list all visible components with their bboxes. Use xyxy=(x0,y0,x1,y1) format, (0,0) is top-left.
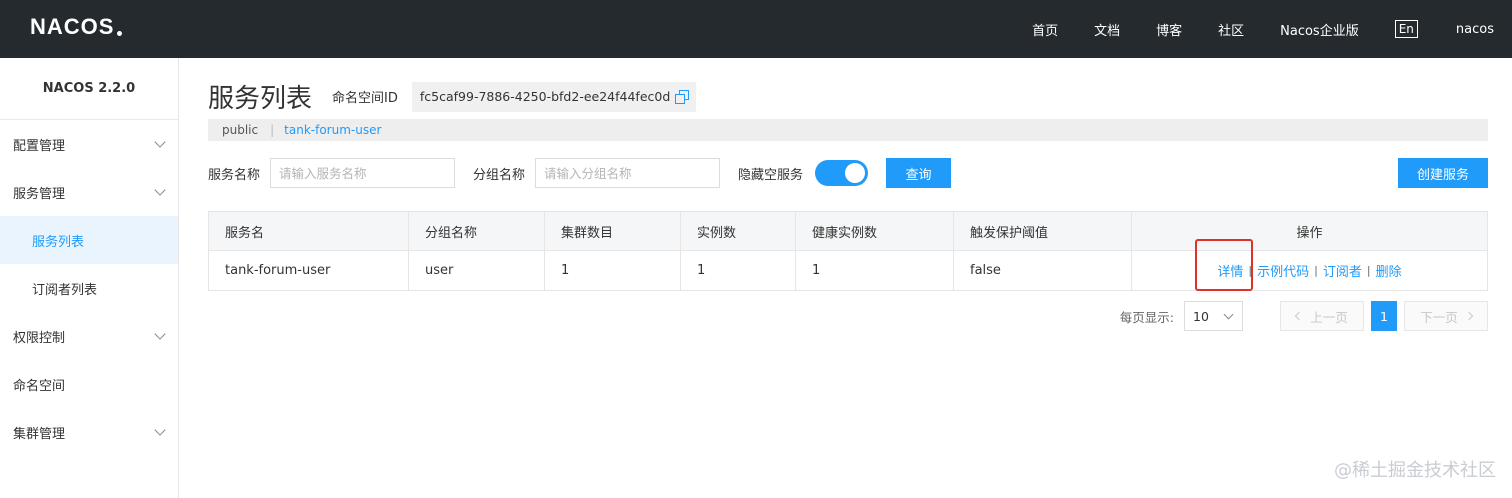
col-group-name: 分组名称 xyxy=(409,212,545,250)
nacos-logo[interactable]: NACOS xyxy=(30,14,123,40)
group-name-input[interactable] xyxy=(535,158,721,188)
sidebar-item-label: 权限控制 xyxy=(13,330,66,346)
sidebar-item-subscribers[interactable]: 订阅者列表 xyxy=(0,264,178,312)
table-header: 服务名 分组名称 集群数目 实例数 健康实例数 触发保护阈值 操作 xyxy=(209,212,1487,251)
top-navbar: NACOS 首页 文档 博客 社区 Nacos企业版 En nacos xyxy=(0,0,1512,58)
nav-blog[interactable]: 博客 xyxy=(1156,20,1182,39)
namespace-id: fc5caf99-7886-4250-bfd2-ee24f44fec0d xyxy=(419,89,671,104)
nav-home[interactable]: 首页 xyxy=(1032,20,1058,39)
sidebar-item-config[interactable]: 配置管理 xyxy=(0,120,178,168)
sidebar-item-label: 配置管理 xyxy=(13,138,66,154)
pagination: 每页显示: 10 上一页 1 下一页 xyxy=(1120,301,1488,331)
per-page-value: 10 xyxy=(1193,308,1209,324)
sidebar-item-label: 服务列表 xyxy=(32,234,85,250)
hide-empty-label: 隐藏空服务 xyxy=(738,167,804,183)
per-page-select[interactable]: 10 xyxy=(1184,301,1243,331)
prev-page-label: 上一页 xyxy=(1310,309,1348,325)
version-label: NACOS 2.2.0 xyxy=(0,58,178,120)
cell-healthy-count: 1 xyxy=(796,251,954,290)
col-healthy-count: 健康实例数 xyxy=(796,212,954,250)
namespace-public[interactable]: public xyxy=(222,123,258,137)
namespace-bar: public | tank-forum-user xyxy=(208,119,1488,141)
cell-cluster-count: 1 xyxy=(545,251,681,290)
sidebar-item-label: 订阅者列表 xyxy=(32,282,98,298)
prev-page-button[interactable]: 上一页 xyxy=(1280,301,1364,331)
next-page-label: 下一页 xyxy=(1420,309,1458,325)
col-operations: 操作 xyxy=(1296,225,1323,241)
namespace-current[interactable]: tank-forum-user xyxy=(284,123,381,137)
service-table: 服务名 分组名称 集群数目 实例数 健康实例数 触发保护阈值 操作 tank-f… xyxy=(208,211,1488,291)
page-title: 服务列表 xyxy=(208,84,313,114)
sidebar-item-label: 服务管理 xyxy=(13,186,66,202)
sidebar-item-auth[interactable]: 权限控制 xyxy=(0,312,178,360)
toggle-knob xyxy=(845,163,866,183)
operation-links: 详情 | 示例代码 | 订阅者 | 删除 xyxy=(1195,239,1402,291)
sidebar: NACOS 2.2.0 配置管理 服务管理 服务列表 订阅者列表 权限控制 命名… xyxy=(0,58,179,498)
delete-link[interactable]: 删除 xyxy=(1376,261,1402,280)
sidebar-item-service-mgmt[interactable]: 服务管理 xyxy=(0,168,178,216)
cell-instance-count: 1 xyxy=(681,251,796,290)
next-page-button[interactable]: 下一页 xyxy=(1404,301,1488,331)
op-separator: | xyxy=(1366,264,1371,277)
query-button[interactable]: 查询 xyxy=(886,158,952,188)
chevron-down-icon xyxy=(1223,309,1234,319)
subscribers-link[interactable]: 订阅者 xyxy=(1323,261,1362,280)
filter-bar: 服务名称 分组名称 隐藏空服务 查询 创建服务 xyxy=(208,158,1488,188)
namespace-separator: | xyxy=(270,123,275,137)
col-service-name: 服务名 xyxy=(209,212,409,250)
namespace-label: 命名空间ID xyxy=(332,91,398,106)
page-number-current[interactable]: 1 xyxy=(1371,301,1397,331)
chevron-right-icon xyxy=(1464,311,1473,321)
chevron-down-icon xyxy=(154,184,166,196)
user-menu[interactable]: nacos xyxy=(1456,22,1494,37)
sample-code-link[interactable]: 示例代码 xyxy=(1257,261,1309,280)
service-name-input[interactable] xyxy=(270,158,456,188)
chevron-left-icon xyxy=(1294,311,1304,321)
cell-service-name: tank-forum-user xyxy=(209,251,409,290)
copy-icon[interactable] xyxy=(675,90,690,104)
service-name-label: 服务名称 xyxy=(208,167,261,183)
per-page-label: 每页显示: xyxy=(1119,309,1174,325)
watermark: @稀土掘金技术社区 xyxy=(1334,460,1496,481)
sidebar-item-label: 集群管理 xyxy=(13,426,66,442)
cell-group-name: user xyxy=(409,251,545,290)
nav-enterprise[interactable]: Nacos企业版 xyxy=(1280,20,1359,39)
namespace-id-box: fc5caf99-7886-4250-bfd2-ee24f44fec0d xyxy=(411,81,697,112)
nav-community[interactable]: 社区 xyxy=(1218,20,1244,39)
col-instance-count: 实例数 xyxy=(681,212,796,250)
chevron-down-icon xyxy=(154,328,166,340)
sidebar-item-label: 命名空间 xyxy=(13,378,66,394)
cell-threshold: false xyxy=(954,251,1132,290)
chevron-down-icon xyxy=(154,424,166,436)
col-threshold: 触发保护阈值 xyxy=(954,212,1132,250)
nav-docs[interactable]: 文档 xyxy=(1094,20,1120,39)
table-row: tank-forum-user user 1 1 1 false 详情 | 示例… xyxy=(209,239,1487,291)
sidebar-item-service-list[interactable]: 服务列表 xyxy=(0,216,178,264)
create-service-button[interactable]: 创建服务 xyxy=(1398,158,1488,188)
col-cluster-count: 集群数目 xyxy=(545,212,681,250)
top-nav: 首页 文档 博客 社区 Nacos企业版 En nacos xyxy=(1032,0,1512,58)
title-row: 服务列表 命名空间ID fc5caf99-7886-4250-bfd2-ee24… xyxy=(208,78,697,115)
group-name-label: 分组名称 xyxy=(473,167,526,183)
op-separator: | xyxy=(1314,264,1318,277)
chevron-down-icon xyxy=(154,136,166,148)
detail-link[interactable]: 详情 xyxy=(1217,261,1243,280)
language-switch[interactable]: En xyxy=(1394,20,1418,38)
hide-empty-toggle[interactable] xyxy=(815,160,869,186)
sidebar-item-cluster[interactable]: 集群管理 xyxy=(0,408,178,456)
op-separator: | xyxy=(1248,264,1253,277)
sidebar-item-namespace[interactable]: 命名空间 xyxy=(0,360,178,408)
cell-operations: 详情 | 示例代码 | 订阅者 | 删除 xyxy=(1132,239,1487,291)
